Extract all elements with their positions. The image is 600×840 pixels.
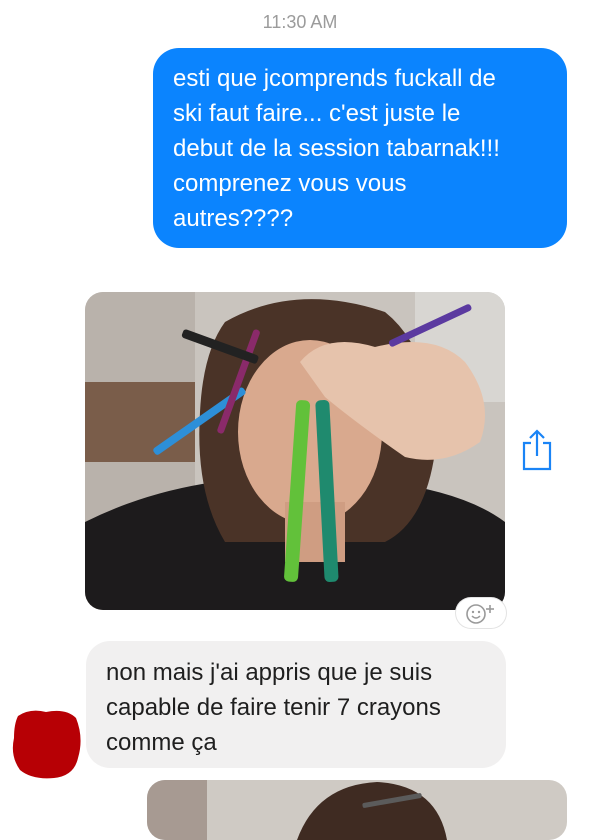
share-icon: [522, 429, 552, 471]
message-line: esti que jcomprends fuckall de: [173, 65, 496, 92]
incoming-message-bubble[interactable]: non mais j'ai appris que je suis capable…: [86, 641, 506, 768]
photo-partial: [147, 780, 567, 840]
message-line: capable de faire tenir 7 crayons: [106, 694, 441, 721]
avatar[interactable]: [10, 708, 84, 780]
message-line: ski faut faire... c'est juste le: [173, 100, 461, 127]
message-line: debut de la session tabarnak!!!: [173, 135, 500, 162]
share-button[interactable]: [519, 428, 555, 472]
timestamp: 11:30 AM: [262, 12, 338, 32]
outgoing-message-bubble[interactable]: esti que jcomprends fuckall de ski faut …: [153, 48, 567, 248]
add-reaction-icon: [466, 604, 494, 624]
avatar-redacted-icon: [12, 710, 81, 779]
incoming-photo-message[interactable]: [85, 292, 505, 610]
photo-pens-on-face: [85, 292, 505, 610]
message-line: comprenez vous vous: [173, 170, 407, 197]
message-line: comme ça: [106, 729, 217, 756]
add-reaction-button[interactable]: [456, 598, 506, 628]
message-line: non mais j'ai appris que je suis: [106, 659, 433, 686]
message-line: autres????: [173, 205, 294, 232]
incoming-photo-message[interactable]: [147, 780, 567, 840]
